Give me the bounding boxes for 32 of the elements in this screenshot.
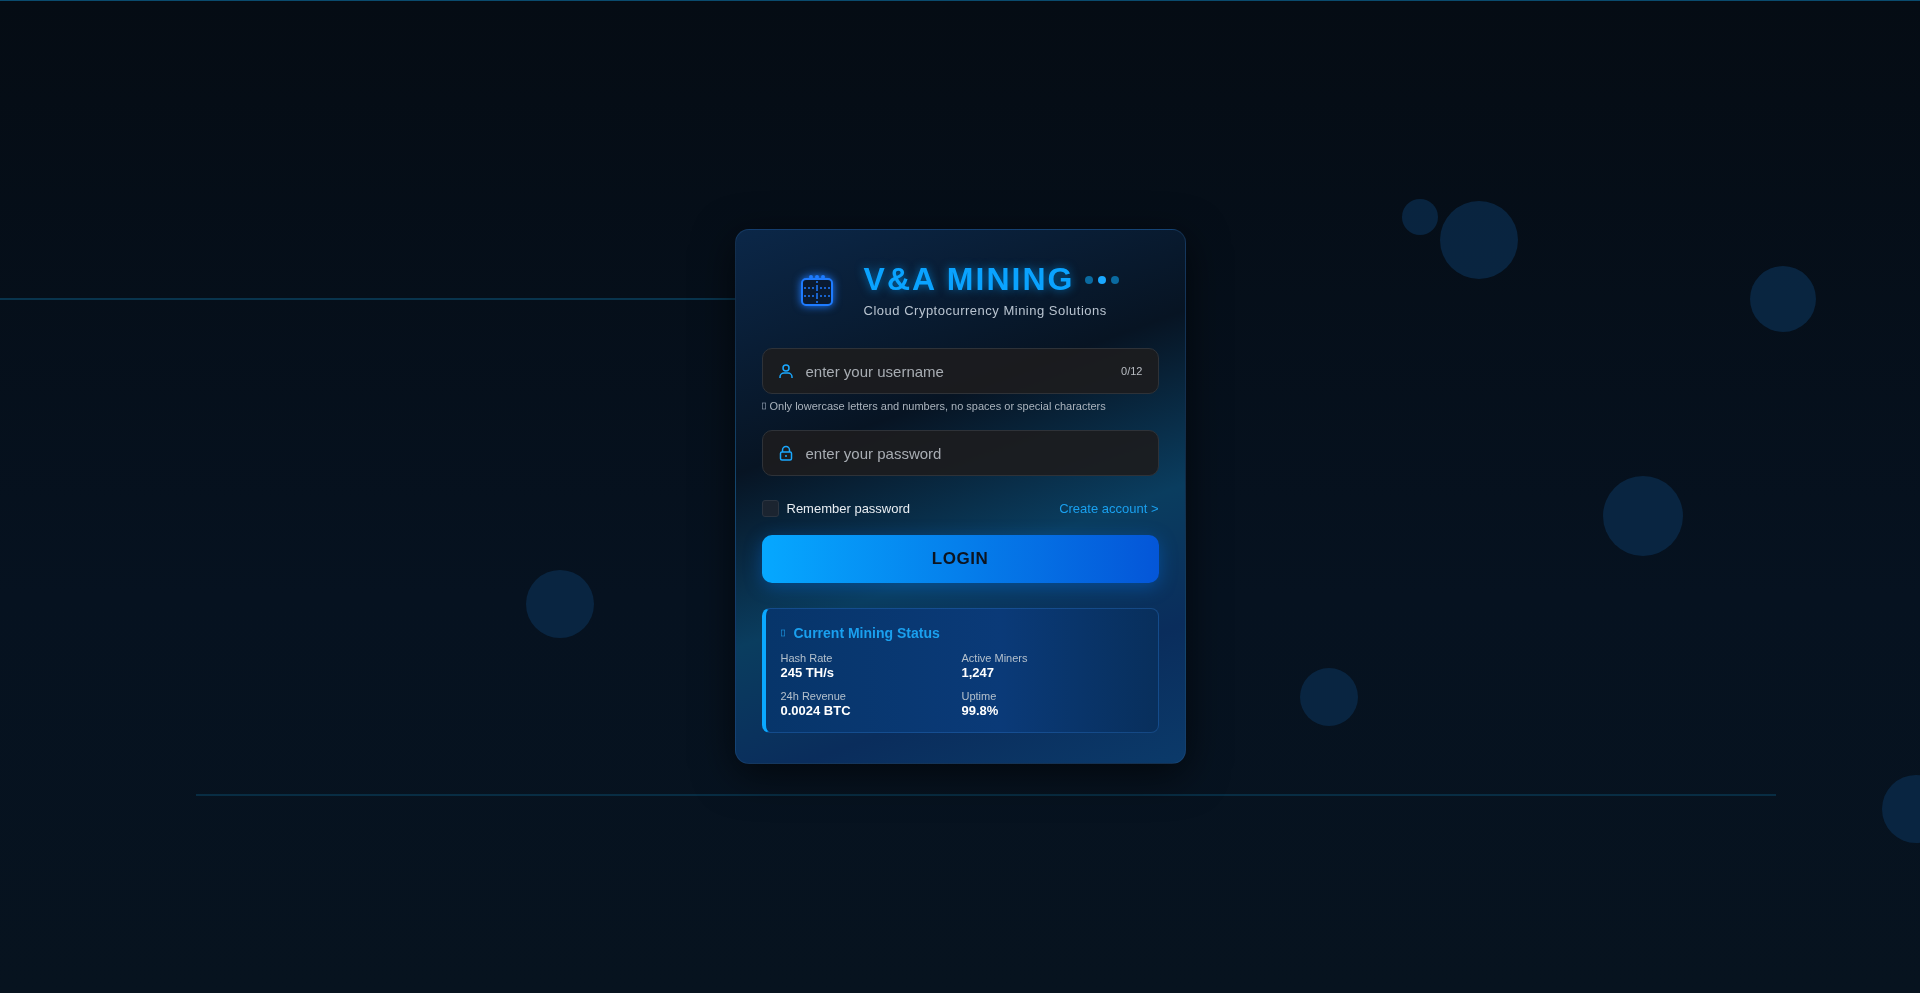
stat-label: Active Miners — [961, 652, 1029, 665]
username-hint: Only lowercase letters and numbers, no spaces or special characters — [769, 400, 1106, 413]
username-field[interactable]: enter your username 0/12 — [761, 348, 1159, 395]
bubble — [1402, 199, 1438, 235]
username-input[interactable]: enter your username — [805, 362, 1110, 380]
stat-label: Uptime — [961, 690, 998, 703]
placeholder-icon — [780, 629, 785, 638]
stat-value: 0.0024 BTC — [780, 703, 852, 719]
login-button[interactable]: LOGIN — [761, 535, 1159, 584]
character-counter: 0/12 — [1121, 365, 1143, 378]
grid-icon — [799, 274, 834, 306]
lock-icon — [777, 445, 794, 462]
remember-label: Remember password — [786, 501, 911, 517]
stat-value: 245 TH/s — [780, 665, 835, 681]
password-field[interactable]: enter your password — [761, 430, 1159, 477]
password-input[interactable]: enter your password — [805, 444, 1143, 462]
create-account-link[interactable]: Create account > — [1059, 501, 1159, 517]
stat-value: 99.8% — [961, 703, 1000, 719]
dots-icon — [1084, 274, 1121, 285]
bubble — [1882, 775, 1920, 843]
remember-checkbox[interactable] — [761, 500, 779, 518]
stat-label: Hash Rate — [780, 652, 834, 665]
stat-value: 1,247 — [961, 665, 996, 681]
brand-subtitle: Cloud Cryptocurrency Mining Solutions — [863, 303, 1108, 319]
status-title: Current Mining Status — [793, 625, 940, 642]
stat-label: 24h Revenue — [780, 690, 847, 703]
placeholder-icon — [761, 402, 766, 411]
bubble — [1300, 668, 1358, 726]
brand-title: V&A MINING — [863, 261, 1075, 298]
bubble — [1750, 266, 1816, 332]
user-icon — [777, 363, 794, 380]
bubble — [526, 570, 594, 638]
